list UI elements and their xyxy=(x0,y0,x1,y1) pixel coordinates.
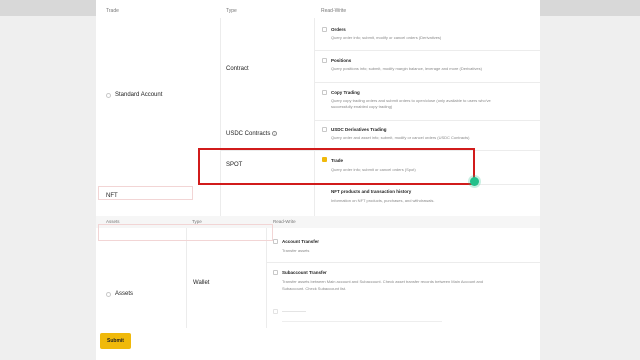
subaccount-transfer-checkbox[interactable] xyxy=(273,270,278,275)
spot-highlight-box xyxy=(198,148,475,185)
ghost-overlay xyxy=(98,186,193,200)
background-right-area xyxy=(540,16,640,360)
withdrawal-checkbox[interactable] xyxy=(273,309,278,314)
copy-trading-checkbox[interactable] xyxy=(322,90,327,95)
background-left-area xyxy=(0,16,96,360)
column-divider xyxy=(266,228,267,328)
orders-desc: Query order info; submit, modify or canc… xyxy=(331,35,442,40)
ghost-overlay xyxy=(98,224,273,241)
permissions-table-header: Trade Type Read-Write xyxy=(96,6,540,18)
column-divider xyxy=(314,18,315,216)
positions-checkbox[interactable] xyxy=(322,58,327,63)
usdc-derivatives-desc: Query order and asset info; submit, modi… xyxy=(331,135,470,140)
assets-header-read-write: Read-Write xyxy=(273,219,296,224)
submit-button[interactable]: Submit xyxy=(100,333,131,349)
row-divider xyxy=(314,50,540,51)
subaccount-transfer-desc-line2: Subaccount. Check Subaccount list. xyxy=(282,286,347,291)
faded-title-placeholder xyxy=(282,311,306,312)
subaccount-transfer-title: Subaccount Transfer xyxy=(282,270,327,275)
usdc-contracts-label: USDC Contracts xyxy=(226,131,271,138)
positions-desc: Query positions info; submit, modify mar… xyxy=(331,66,482,71)
orders-title: Orders xyxy=(331,27,346,32)
mouse-cursor-indicator xyxy=(470,177,479,186)
copy-trading-title: Copy Trading xyxy=(331,90,360,95)
positions-title: Positions xyxy=(331,58,352,63)
info-icon[interactable]: i xyxy=(272,131,278,136)
row-divider xyxy=(266,262,540,263)
column-divider xyxy=(186,228,187,328)
assets-label: Assets xyxy=(115,291,134,297)
row-divider xyxy=(314,120,540,121)
account-transfer-title: Account Transfer xyxy=(282,239,320,244)
orders-checkbox[interactable] xyxy=(322,27,327,32)
nft-permission-desc: Information on NFT products, purchases, … xyxy=(331,198,435,203)
type-contract: Contract xyxy=(226,66,249,72)
account-transfer-checkbox[interactable] xyxy=(273,239,278,244)
standard-account-label: Standard Account xyxy=(115,92,163,98)
column-divider xyxy=(220,18,221,216)
assets-radio[interactable] xyxy=(106,292,111,297)
copy-trading-desc-line2: successfully enabled copy trading) xyxy=(331,104,393,109)
faded-desc-placeholder xyxy=(282,321,442,322)
nft-permission-title: NFT products and transaction history xyxy=(331,189,412,194)
subaccount-transfer-desc-line1: Transfer assets between Main account and… xyxy=(282,279,484,284)
type-wallet: Wallet xyxy=(193,280,210,286)
header-type: Type xyxy=(226,8,237,14)
header-read-write: Read-Write xyxy=(321,8,347,14)
header-trade: Trade xyxy=(106,8,119,14)
row-divider xyxy=(314,82,540,83)
usdc-derivatives-title: USDC Derivatives Trading xyxy=(331,127,387,132)
account-transfer-desc: Transfer assets xyxy=(282,248,310,253)
usdc-derivatives-checkbox[interactable] xyxy=(322,127,327,132)
standard-account-radio[interactable] xyxy=(106,93,111,98)
type-usdc-contracts: USDC Contracts i xyxy=(226,131,278,138)
